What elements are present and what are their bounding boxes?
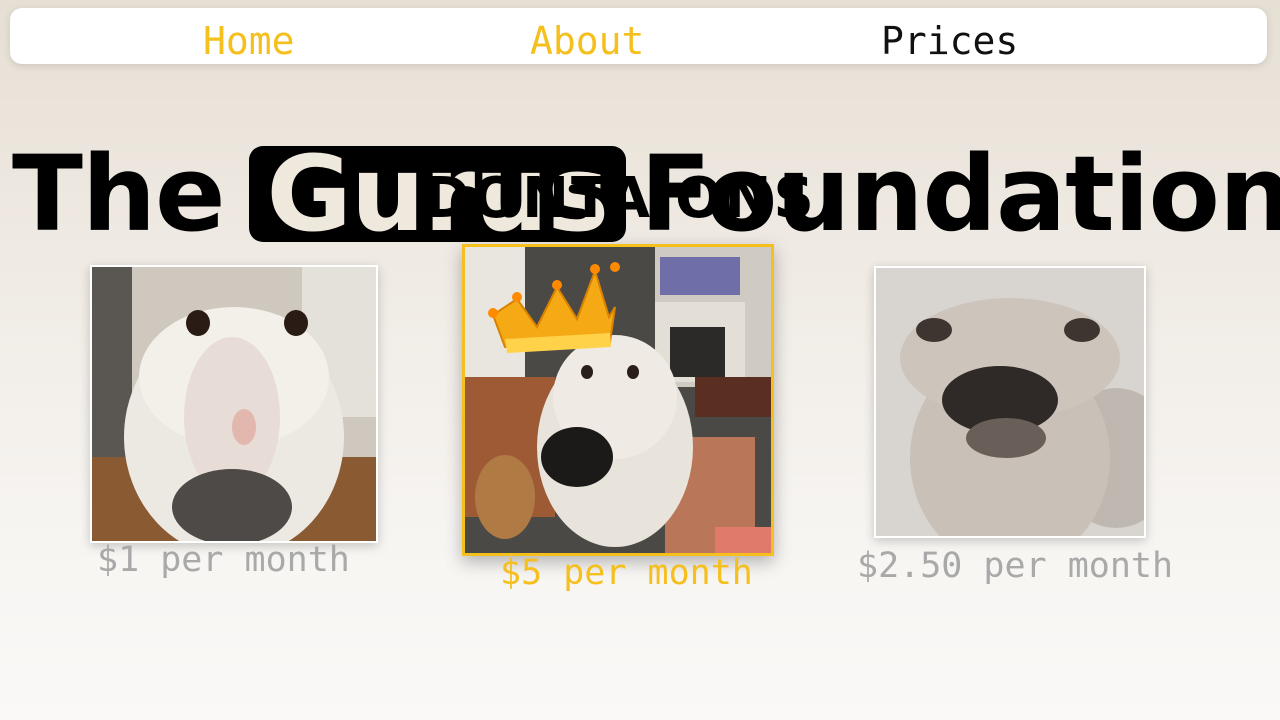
- crowned-doodle-photo: [465, 247, 771, 553]
- nav-home-link[interactable]: Home: [203, 22, 295, 60]
- top-navbar: Home About Prices: [10, 8, 1267, 64]
- tier-3-price: $2.50 per month: [857, 546, 1174, 586]
- title-prefix: The: [12, 132, 226, 255]
- tier-2-price: $5 per month: [500, 553, 753, 593]
- nav-prices-link[interactable]: Prices: [881, 22, 1018, 60]
- page-subtitle: DONTAIONS: [424, 166, 816, 231]
- tier-1-price: $1 per month: [97, 540, 350, 580]
- nav-about-link[interactable]: About: [530, 22, 644, 60]
- tier-1-dog-image[interactable]: [90, 265, 378, 543]
- blurry-dog-photo: [876, 268, 1144, 536]
- tier-2-dog-image[interactable]: [462, 244, 774, 556]
- borzoi-photo: [92, 267, 376, 541]
- tier-3-dog-image[interactable]: [874, 266, 1146, 538]
